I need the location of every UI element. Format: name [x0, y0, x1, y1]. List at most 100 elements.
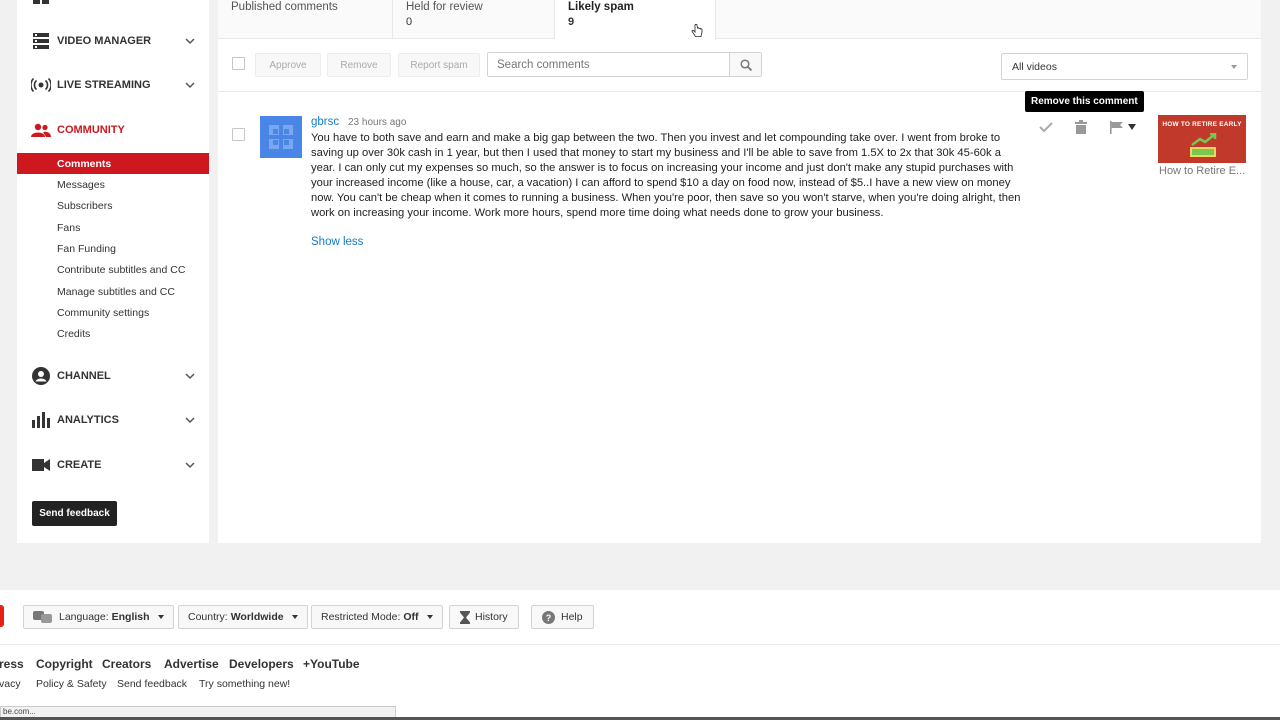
- caret-down-icon: [1128, 124, 1136, 130]
- sidebar-item-comments[interactable]: Comments: [17, 153, 209, 174]
- country-button[interactable]: Country: Worldwide: [178, 605, 308, 629]
- avatar[interactable]: [260, 116, 302, 158]
- dashboard-icon[interactable]: [33, 0, 49, 4]
- video-thumbnail[interactable]: HOW TO RETIRE EARLY: [1158, 115, 1246, 163]
- thumbnail-text: HOW TO RETIRE EARLY: [1162, 121, 1242, 128]
- sidebar-item-label: Comments: [57, 157, 112, 170]
- chevron-down-icon: [185, 462, 195, 469]
- footer-link-send-feedback[interactable]: Send feedback: [117, 678, 187, 690]
- restricted-mode-value: Off: [403, 611, 419, 623]
- country-label: Country:: [188, 611, 228, 623]
- dropdown-arrow-icon: [1231, 65, 1237, 69]
- footer-link-privacy[interactable]: vacy: [0, 678, 21, 690]
- report-spam-button[interactable]: Report spam: [398, 53, 480, 77]
- sidebar-section-analytics[interactable]: ANALYTICS: [17, 408, 209, 432]
- sidebar-item-community-settings[interactable]: Community settings: [17, 302, 209, 323]
- analytics-icon: [31, 411, 51, 429]
- chevron-down-icon: [185, 417, 195, 424]
- restricted-mode-label: Restricted Mode:: [321, 611, 401, 623]
- sidebar-section-label: COMMUNITY: [57, 124, 125, 136]
- search-input[interactable]: [488, 53, 730, 76]
- comment-timestamp: 23 hours ago: [348, 117, 407, 128]
- footer-link-creators[interactable]: Creators: [102, 657, 151, 671]
- money-chart-icon: [1190, 133, 1217, 157]
- show-less-link[interactable]: Show less: [311, 236, 363, 248]
- footer-link-advertise[interactable]: Advertise: [164, 657, 219, 671]
- sidebar-section-live-streaming[interactable]: LIVE STREAMING: [17, 73, 209, 97]
- footer-link-try-something-new[interactable]: Try something new!: [199, 678, 290, 690]
- sidebar-section-label: ANALYTICS: [57, 414, 119, 426]
- comment-tabs: Published comments Held for review 0 Lik…: [218, 0, 1261, 40]
- sidebar-item-contribute-subtitles[interactable]: Contribute subtitles and CC: [17, 259, 209, 280]
- footer-link-press[interactable]: ress: [0, 657, 24, 671]
- sidebar-item-label: Fan Funding: [57, 242, 116, 255]
- tab-published-comments[interactable]: Published comments: [218, 0, 393, 39]
- comment-checkbox[interactable]: [232, 128, 245, 141]
- video-manager-icon: [31, 32, 51, 50]
- remove-button[interactable]: Remove: [327, 53, 391, 77]
- dropdown-arrow-icon: [157, 615, 164, 619]
- sidebar-section-create[interactable]: CREATE: [17, 453, 209, 477]
- trash-icon: [1075, 120, 1087, 134]
- approve-comment-button[interactable]: [1038, 119, 1054, 135]
- page-footer: Language: English Country: Worldwide Res…: [0, 590, 1280, 720]
- restricted-mode-button[interactable]: Restricted Mode: Off: [311, 605, 443, 629]
- sidebar-item-fan-funding[interactable]: Fan Funding: [17, 238, 209, 259]
- sidebar-section-community[interactable]: COMMUNITY: [17, 118, 209, 142]
- comment-author[interactable]: gbrsc: [311, 116, 339, 128]
- approve-button[interactable]: Approve: [255, 53, 321, 77]
- sidebar-section-label: CREATE: [57, 459, 102, 471]
- language-button[interactable]: Language: English: [23, 605, 174, 629]
- search-button[interactable]: [729, 53, 761, 76]
- comments-toolbar: Approve Remove Report spam All videos: [218, 40, 1261, 92]
- flag-icon: [1110, 120, 1123, 134]
- footer-link-policy-safety[interactable]: Policy & Safety: [36, 678, 107, 690]
- sidebar-item-label: Subscribers: [57, 199, 113, 212]
- language-label: Language:: [59, 611, 109, 623]
- community-icon: [31, 121, 51, 139]
- channel-icon: [31, 367, 51, 385]
- report-comment-menu[interactable]: [1108, 119, 1138, 135]
- tab-held-for-review[interactable]: Held for review 0: [393, 0, 555, 39]
- help-button[interactable]: ? Help: [531, 605, 594, 629]
- sidebar-item-label: Fans: [57, 221, 81, 234]
- dropdown-arrow-icon: [291, 615, 298, 619]
- footer-link-youtube-plus[interactable]: +YouTube: [303, 657, 360, 671]
- video-filter-select[interactable]: All videos: [1001, 53, 1248, 80]
- sidebar-section-video-manager[interactable]: VIDEO MANAGER: [17, 29, 209, 53]
- chevron-down-icon: [185, 38, 195, 45]
- sidebar-item-label: Messages: [57, 178, 105, 191]
- footer-link-copyright[interactable]: Copyright: [36, 657, 93, 671]
- search-box: [487, 52, 762, 77]
- chevron-down-icon: [185, 373, 195, 380]
- sidebar-item-label: Credits: [57, 327, 91, 340]
- sidebar-item-label: Community settings: [57, 306, 150, 319]
- sidebar-section-label: LIVE STREAMING: [57, 79, 151, 91]
- select-all-checkbox[interactable]: [232, 57, 245, 70]
- send-feedback-button[interactable]: Send feedback: [32, 501, 117, 526]
- sidebar-section-channel[interactable]: CHANNEL: [17, 364, 209, 388]
- sidebar-item-subscribers[interactable]: Subscribers: [17, 195, 209, 216]
- dropdown-arrow-icon: [426, 615, 433, 619]
- avatar-pattern-icon: [266, 122, 296, 152]
- tab-count: 0: [406, 16, 413, 28]
- history-label: History: [475, 611, 508, 623]
- svg-text:?: ?: [546, 613, 552, 623]
- hourglass-icon: [460, 610, 470, 624]
- footer-link-developers[interactable]: Developers: [229, 657, 294, 671]
- live-streaming-icon: [31, 76, 51, 94]
- sidebar-item-manage-subtitles[interactable]: Manage subtitles and CC: [17, 281, 209, 302]
- sidebar-item-fans[interactable]: Fans: [17, 217, 209, 238]
- video-filter-value: All videos: [1012, 60, 1057, 73]
- country-value: Worldwide: [230, 611, 284, 623]
- youtube-logo[interactable]: [0, 605, 4, 627]
- help-icon: ?: [542, 610, 555, 624]
- remove-comment-button[interactable]: [1073, 119, 1089, 135]
- language-value: English: [111, 611, 150, 623]
- remove-comment-tooltip: Remove this comment: [1025, 91, 1144, 112]
- sidebar-item-credits[interactable]: Credits: [17, 323, 209, 344]
- chevron-down-icon: [185, 82, 195, 89]
- sidebar-item-messages[interactable]: Messages: [17, 174, 209, 195]
- history-button[interactable]: History: [449, 605, 519, 629]
- video-title-link[interactable]: How to Retire E...: [1159, 165, 1249, 177]
